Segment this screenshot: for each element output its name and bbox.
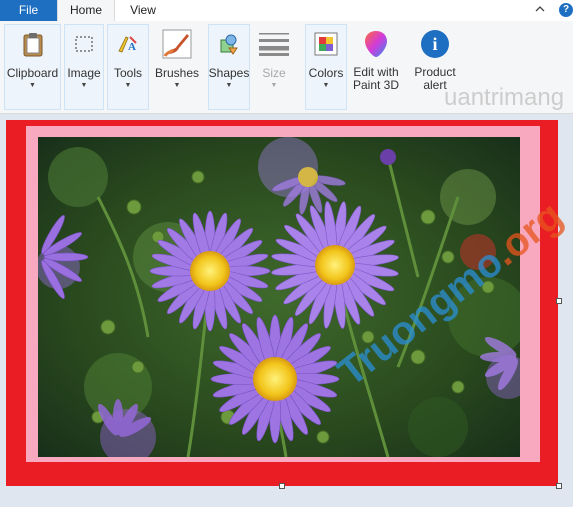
- resize-handle-bottom[interactable]: [279, 483, 285, 489]
- tab-file[interactable]: File: [0, 0, 57, 21]
- size-label: Size: [262, 66, 286, 80]
- brush-icon: [161, 28, 193, 60]
- tools-button[interactable]: A Tools ▼: [107, 24, 149, 110]
- tools-label: Tools: [113, 66, 142, 80]
- tools-dropdown-icon: ▼: [124, 82, 132, 89]
- paint-3d-icon: [360, 28, 392, 60]
- edit-with-paint-3d-button[interactable]: Edit with Paint 3D: [350, 24, 402, 110]
- help-icon[interactable]: ?: [559, 3, 573, 17]
- collapse-ribbon-chevron-icon[interactable]: [533, 2, 547, 16]
- colors-dropdown-icon: ▼: [322, 82, 330, 89]
- brushes-button[interactable]: Brushes ▼: [151, 24, 203, 110]
- shapes-dropdown-icon: ▼: [225, 82, 233, 89]
- colors-label: Colors: [308, 66, 344, 80]
- brushes-dropdown-icon: ▼: [173, 82, 181, 89]
- image-button[interactable]: Image ▼: [64, 24, 104, 110]
- brushes-label: Brushes: [154, 66, 200, 80]
- edit-with-paint-3d-line2: Paint 3D: [352, 78, 400, 92]
- tab-home[interactable]: Home: [57, 0, 115, 22]
- image-label: Image: [67, 66, 101, 80]
- clipboard-icon: [17, 28, 49, 60]
- ribbon-panel: Clipboard ▼ Image ▼ A Tools ▼ Brushes ▼ …: [0, 21, 573, 114]
- shapes-icon: [213, 28, 245, 60]
- edit-with-paint-3d-label: Edit with Paint 3D: [350, 66, 402, 92]
- size-button[interactable]: Size ▼: [254, 24, 294, 110]
- select-icon: [68, 28, 100, 60]
- size-icon: [258, 28, 290, 60]
- clipboard-button[interactable]: Clipboard ▼: [4, 24, 61, 110]
- tab-view[interactable]: View: [118, 0, 168, 21]
- info-icon: i: [419, 28, 451, 60]
- info-glyph: i: [421, 30, 449, 58]
- clipboard-dropdown-icon: ▼: [29, 82, 36, 89]
- resize-handle-right[interactable]: [556, 298, 562, 304]
- image-dropdown-icon: ▼: [80, 82, 88, 89]
- tools-icon: A: [112, 28, 144, 60]
- clipboard-label: Clipboard: [6, 66, 59, 80]
- ribbon-tab-bar: File Home View ?: [0, 0, 573, 22]
- colors-button[interactable]: Colors ▼: [305, 24, 347, 110]
- watermark-quantrimang: uantrimang: [444, 84, 565, 111]
- resize-handle-corner[interactable]: [556, 483, 562, 489]
- shapes-label: Shapes: [208, 66, 250, 80]
- shapes-button[interactable]: Shapes ▼: [208, 24, 250, 110]
- size-dropdown-icon: ▼: [270, 82, 278, 89]
- color-palette-icon: [310, 28, 342, 60]
- canvas-workspace: [0, 114, 573, 507]
